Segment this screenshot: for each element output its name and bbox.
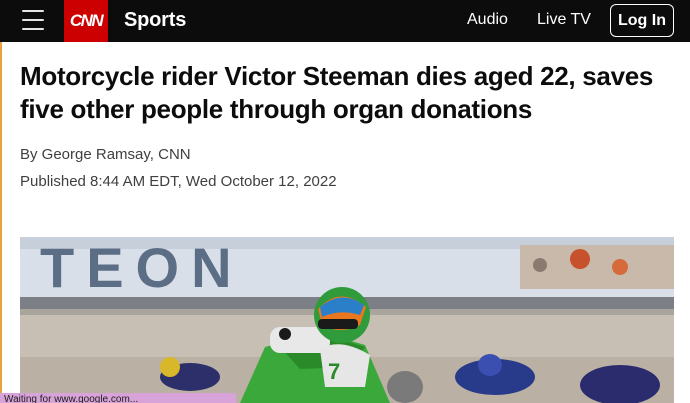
hamburger-menu-icon[interactable] [22,10,44,30]
hero-image[interactable]: TEON 7 [20,237,674,403]
cnn-logo[interactable]: CNN [64,0,108,42]
hero-photo-illustration: TEON 7 [20,237,674,403]
section-title[interactable]: Sports [124,9,186,32]
nav-live-tv-link[interactable]: Live TV [537,11,591,29]
page: CNN Sports Audio Live TV Log In Motorcyc… [0,0,690,403]
browser-status-bar: Waiting for www.google.com... [0,393,236,403]
article-byline: By George Ramsay, CNN [20,146,191,163]
article-timestamp: Published 8:44 AM EDT, Wed October 12, 2… [20,173,337,190]
banner-text: TEON [40,237,244,299]
top-nav-bar: CNN Sports Audio Live TV Log In [0,0,690,42]
nav-audio-link[interactable]: Audio [467,11,508,29]
edge-accent [0,42,2,403]
login-button[interactable]: Log In [610,4,674,37]
svg-text:7: 7 [328,359,340,384]
article-headline: Motorcycle rider Victor Steeman dies age… [20,61,654,124]
